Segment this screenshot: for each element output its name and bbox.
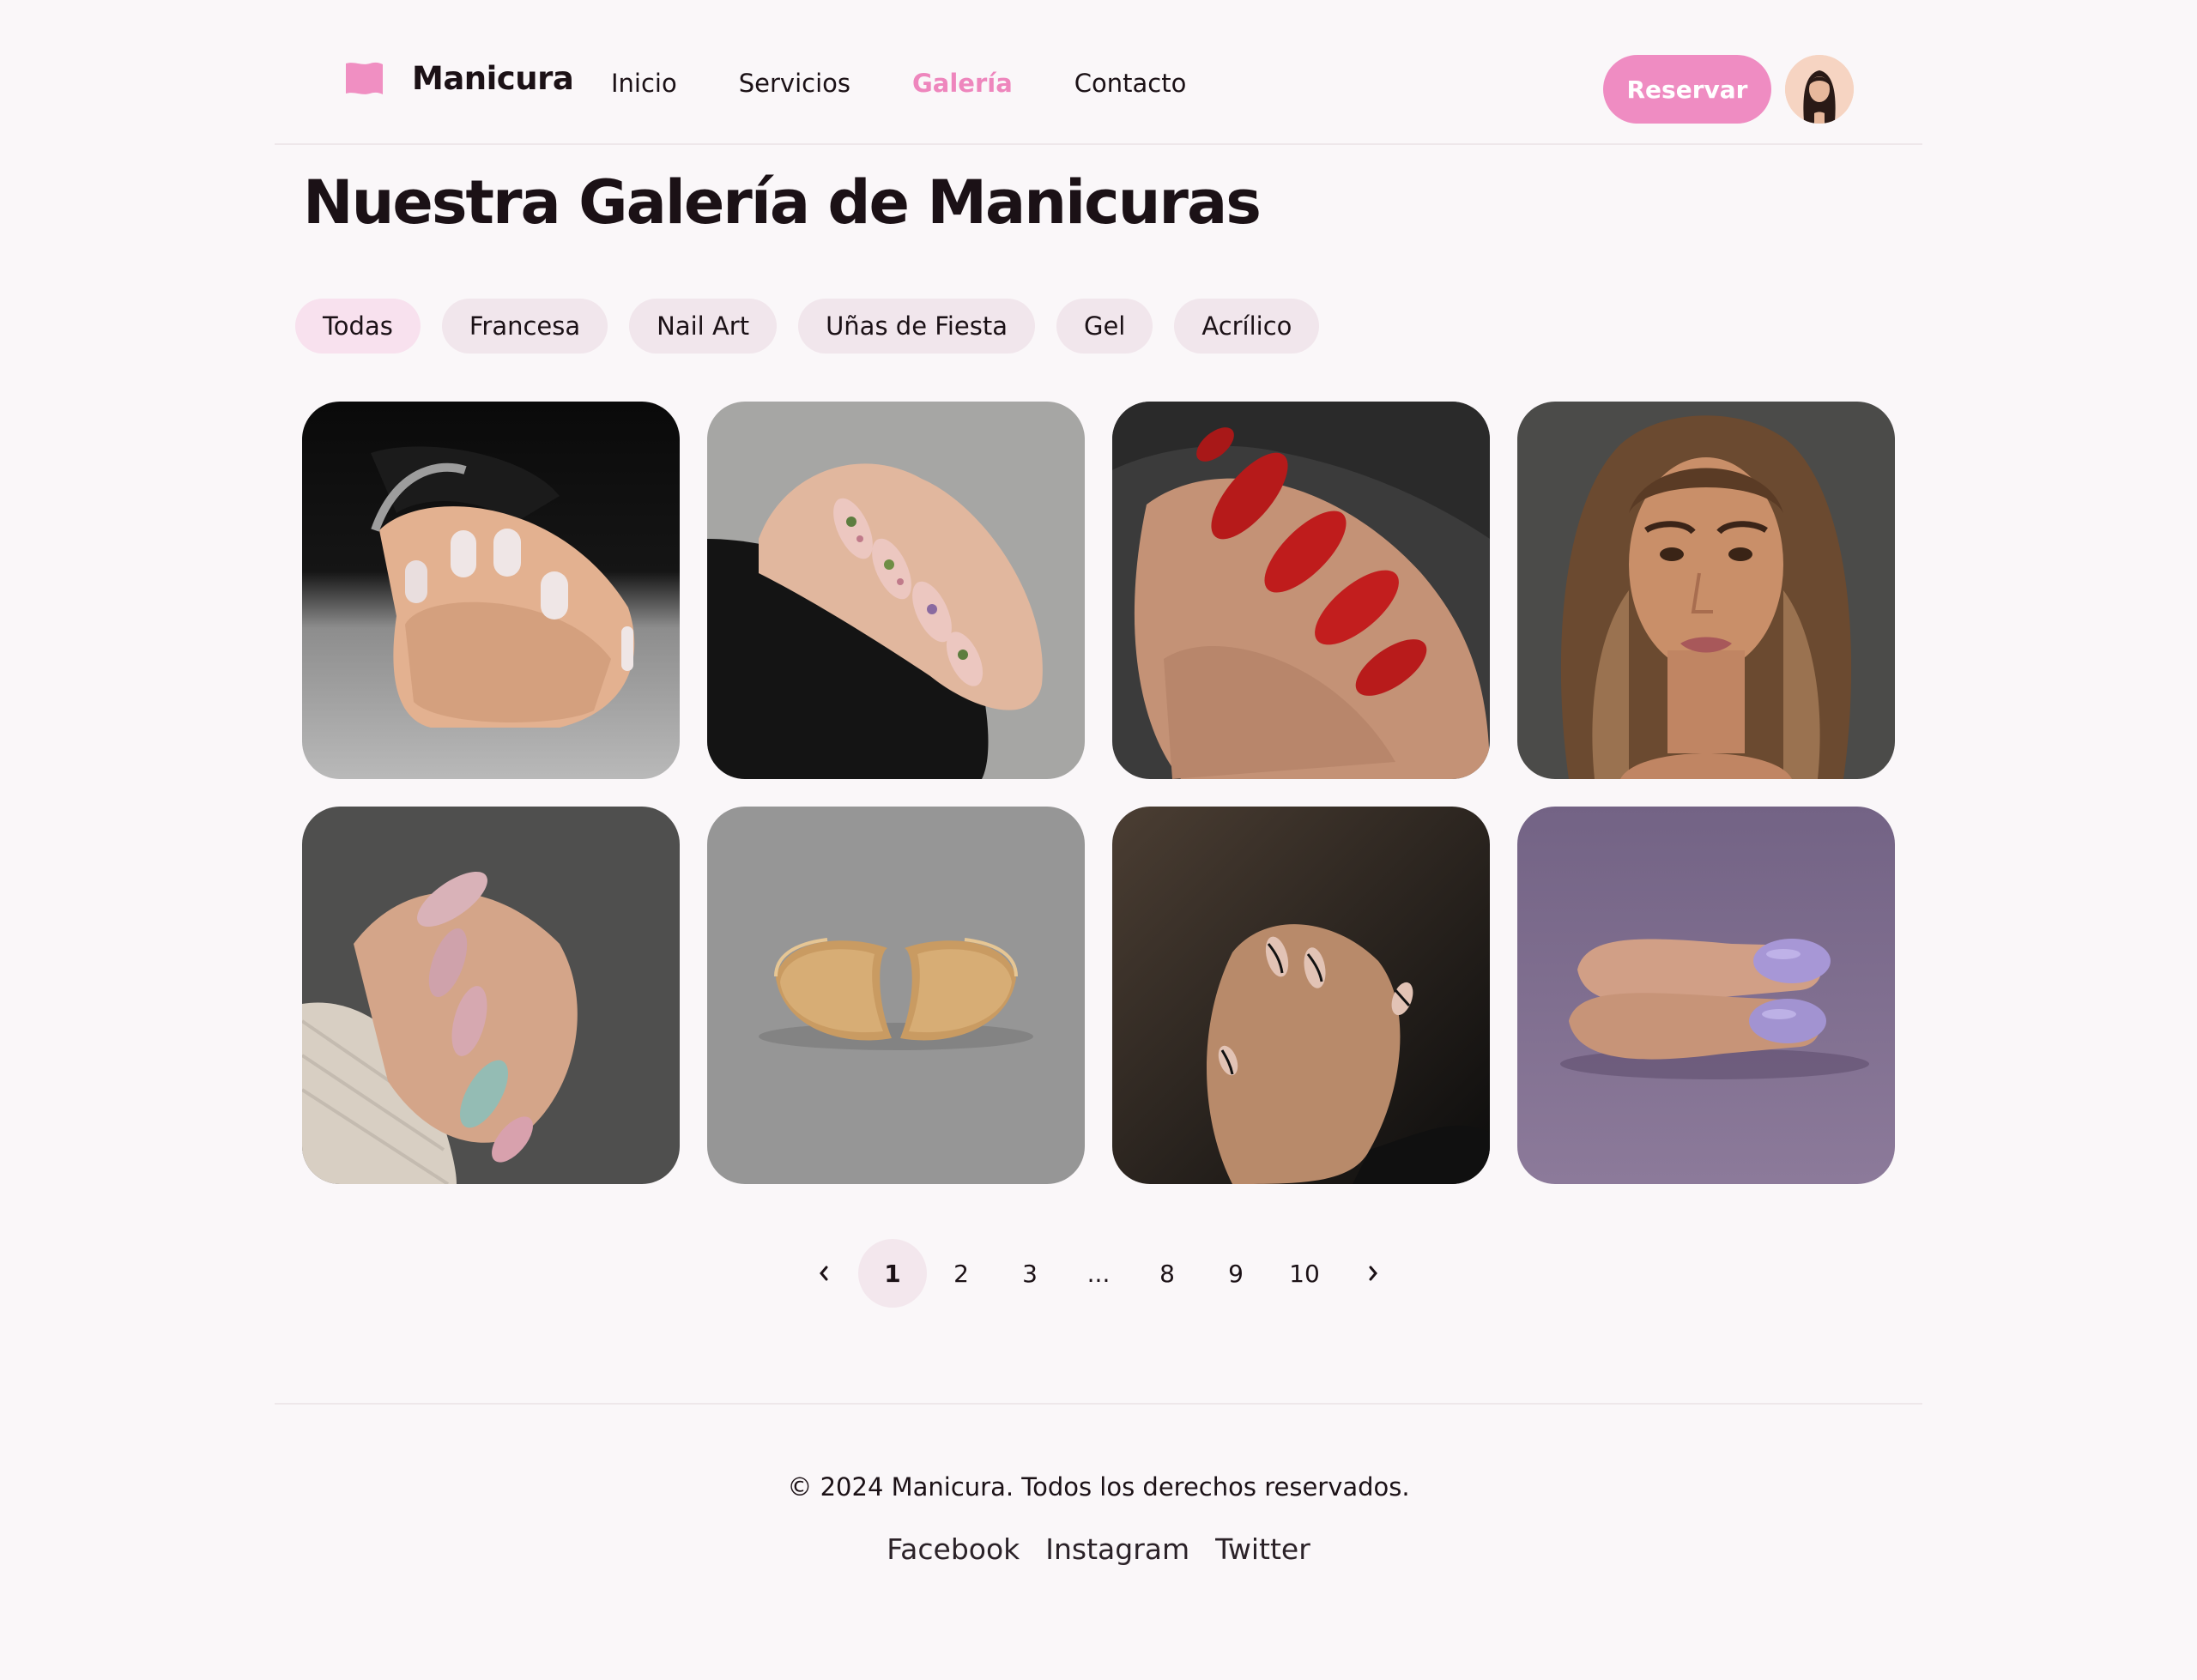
gallery-item[interactable] (1112, 807, 1490, 1184)
hand-nude-nails-photo (302, 402, 680, 779)
gold-bracelet-photo (707, 807, 1085, 1184)
prev-page-button[interactable] (790, 1239, 858, 1308)
page-button-1[interactable]: 1 (858, 1239, 927, 1308)
category-filters: Todas Francesa Nail Art Uñas de Fiesta G… (295, 299, 1341, 354)
nav-link-galeria[interactable]: Galería (912, 69, 1013, 98)
main-nav: Inicio Servicios Galería Contacto (611, 69, 1248, 98)
social-link-twitter[interactable]: Twitter (1215, 1532, 1310, 1566)
copyright-text: © 2024 Manicura. Todos los derechos rese… (787, 1472, 1410, 1502)
page-button-3[interactable]: 3 (996, 1239, 1064, 1308)
filter-chip-acrilico[interactable]: Acrílico (1174, 299, 1320, 354)
reserve-button[interactable]: Reservar (1603, 55, 1771, 124)
nav-link-servicios[interactable]: Servicios (739, 69, 850, 98)
flag-logo-icon (346, 62, 383, 94)
brand-name: Manicura (412, 60, 574, 97)
gallery-item[interactable] (707, 807, 1085, 1184)
gallery-item[interactable] (1517, 402, 1895, 779)
page-button-10[interactable]: 10 (1270, 1239, 1339, 1308)
avatar-portrait-icon (1785, 55, 1854, 124)
gallery-item[interactable] (302, 807, 680, 1184)
hand-red-nails-photo (1112, 402, 1490, 779)
chevron-right-icon (1369, 1266, 1377, 1281)
nav-link-contacto[interactable]: Contacto (1074, 69, 1187, 98)
hand-lavender-nails-photo (1517, 807, 1895, 1184)
hand-pastel-nails-photo (302, 807, 680, 1184)
filter-chip-todas[interactable]: Todas (295, 299, 421, 354)
filter-chip-francesa[interactable]: Francesa (441, 299, 608, 354)
hand-minimal-line-nails-photo (1112, 807, 1490, 1184)
social-links: Facebook Instagram Twitter (275, 1532, 1922, 1566)
filter-chip-nail-art[interactable]: Nail Art (629, 299, 778, 354)
brand[interactable]: Manicura (346, 60, 574, 97)
nav-link-inicio[interactable]: Inicio (611, 69, 677, 98)
pagination: 1 2 3 ... 8 9 10 (790, 1239, 1407, 1308)
footer-divider (275, 1403, 1922, 1405)
gallery-item[interactable] (1112, 402, 1490, 779)
woman-portrait-photo (1517, 402, 1895, 779)
user-avatar[interactable] (1785, 55, 1854, 124)
social-link-instagram[interactable]: Instagram (1045, 1532, 1189, 1566)
page-ellipsis: ... (1086, 1259, 1111, 1288)
gallery-grid (302, 402, 1897, 1184)
chevron-left-icon (820, 1266, 828, 1281)
page-button-8[interactable]: 8 (1133, 1239, 1201, 1308)
gallery-item[interactable] (707, 402, 1085, 779)
filter-chip-gel[interactable]: Gel (1056, 299, 1153, 354)
page-button-9[interactable]: 9 (1201, 1239, 1270, 1308)
next-page-button[interactable] (1339, 1239, 1407, 1308)
page-title: Nuestra Galería de Manicuras (303, 167, 1262, 238)
gallery-item[interactable] (1517, 807, 1895, 1184)
page: Manicura Inicio Servicios Galería Contac… (275, 0, 1922, 1680)
social-link-facebook[interactable]: Facebook (887, 1532, 1020, 1566)
hand-floral-nail-art-photo (707, 402, 1085, 779)
gallery-item[interactable] (302, 402, 680, 779)
page-button-2[interactable]: 2 (927, 1239, 996, 1308)
top-navigation-bar: Manicura Inicio Servicios Galería Contac… (275, 0, 1922, 145)
filter-chip-unas-de-fiesta[interactable]: Uñas de Fiesta (798, 299, 1035, 354)
